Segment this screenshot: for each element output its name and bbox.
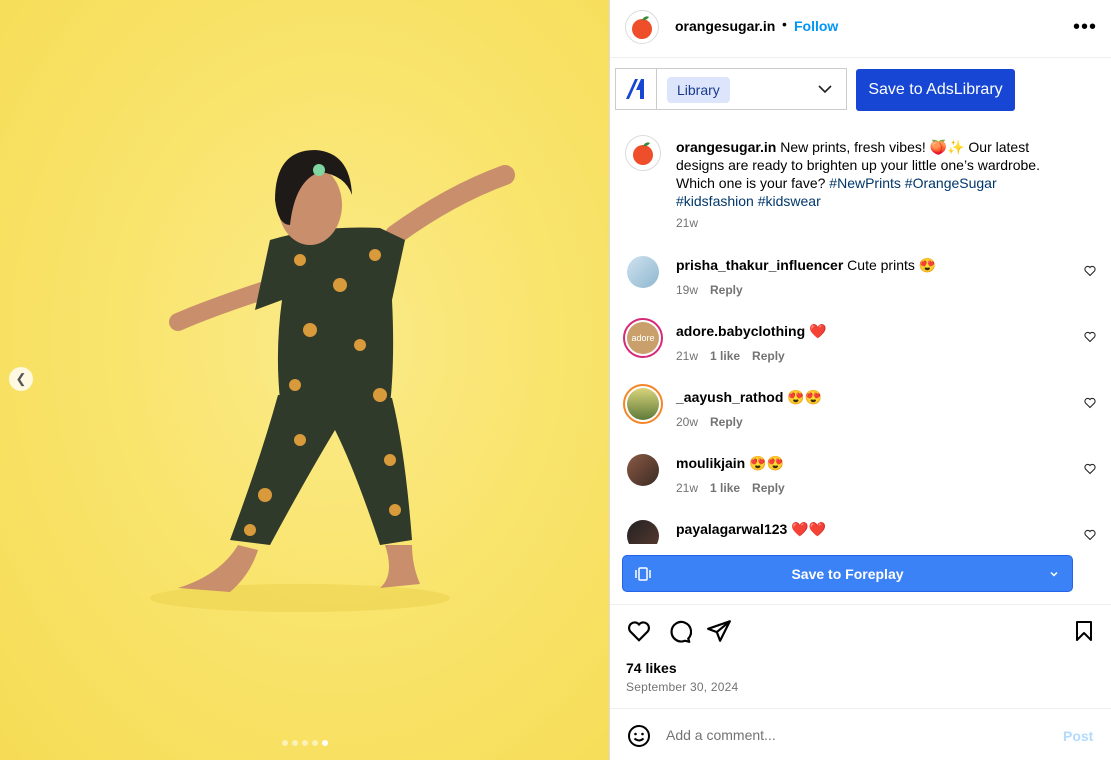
commenter-username[interactable]: prisha_thakur_influencer: [676, 257, 843, 273]
reply-button[interactable]: Reply: [752, 481, 785, 495]
carousel-prev-button[interactable]: ❮: [9, 367, 33, 391]
carousel-dot: [292, 740, 298, 746]
add-comment-bar: Add a comment... Post: [610, 708, 1111, 761]
save-to-foreplay-button[interactable]: Save to Foreplay: [622, 555, 1073, 592]
comments-list[interactable]: orangesugar.in New prints, fresh vibes! …: [610, 124, 1111, 544]
comment-input[interactable]: Add a comment...: [666, 727, 776, 743]
hashtag-link[interactable]: #OrangeSugar: [905, 175, 997, 191]
adslibrary-selector[interactable]: Library: [615, 68, 847, 110]
carousel-dot-active: [322, 740, 328, 746]
comment-body: 😍😍: [787, 389, 823, 405]
heart-icon[interactable]: [626, 618, 652, 644]
comment-body: ❤️❤️: [791, 521, 827, 537]
commenter-username[interactable]: payalagarwal123: [676, 521, 787, 537]
hashtag-link[interactable]: #kidswear: [758, 193, 821, 209]
caption-username[interactable]: orangesugar.in: [676, 139, 776, 155]
comment-age: 21w: [676, 349, 699, 363]
author-avatar[interactable]: [625, 135, 661, 171]
reply-button[interactable]: Reply: [752, 349, 785, 363]
carousel-dots: [282, 740, 328, 746]
caption-text: orangesugar.in New prints, fresh vibes! …: [676, 138, 1066, 210]
comment-body: Cute prints 😍: [847, 257, 937, 273]
hashtag-link[interactable]: #kidsfashion: [676, 193, 754, 209]
commenter-avatar[interactable]: [627, 454, 659, 486]
adore-logo: adore: [627, 322, 659, 354]
comment-text: payalagarwal123 ❤️❤️: [676, 520, 1076, 538]
post-details-panel: orangesugar.in • Follow ••• Library Save…: [610, 0, 1111, 760]
comment-meta: 21w 1 like Reply: [676, 349, 785, 363]
comment-likes[interactable]: 1 like: [710, 481, 740, 495]
commenter-avatar[interactable]: [623, 384, 663, 424]
author-username[interactable]: orangesugar.in: [675, 18, 775, 34]
comment-body: ❤️: [809, 323, 827, 339]
comment-text: prisha_thakur_influencer Cute prints 😍: [676, 256, 1076, 274]
orange-logo-icon: [633, 142, 653, 165]
emoji-icon[interactable]: [627, 724, 651, 748]
commenter-username[interactable]: moulikjain: [676, 455, 745, 471]
commenter-avatar[interactable]: adore: [623, 318, 663, 358]
like-comment-heart-icon[interactable]: [1084, 397, 1096, 409]
share-icon[interactable]: [706, 618, 732, 644]
post-actions-bar: [610, 604, 1111, 657]
comment-text: _aayush_rathod 😍😍: [676, 388, 1076, 406]
comment-meta: 21w 1 like Reply: [676, 481, 785, 495]
bookmark-icon[interactable]: [1072, 619, 1096, 643]
chevron-down-icon[interactable]: [816, 80, 834, 98]
caption-age: 21w: [676, 216, 699, 230]
post-comment-button[interactable]: Post: [1063, 728, 1093, 744]
comment-likes[interactable]: 1 like: [710, 349, 740, 363]
caption-meta: 21w: [676, 216, 698, 230]
comment-meta: 20w Reply: [676, 415, 743, 429]
like-comment-heart-icon[interactable]: [1084, 529, 1096, 541]
like-comment-heart-icon[interactable]: [1084, 265, 1096, 277]
comment-text: adore.babyclothing ❤️: [676, 322, 1076, 340]
adslibrary-logo-icon: [616, 69, 657, 109]
post-header: orangesugar.in • Follow •••: [610, 0, 1111, 58]
carousel-dot: [312, 740, 318, 746]
chevron-left-icon: ❮: [15, 371, 27, 386]
chevron-down-icon[interactable]: [1048, 568, 1060, 580]
reply-button[interactable]: Reply: [710, 415, 743, 429]
comment-meta: 19w Reply: [676, 283, 743, 297]
post-media[interactable]: ❮: [0, 0, 609, 760]
carousel-dot: [282, 740, 288, 746]
more-icon[interactable]: •••: [1073, 16, 1097, 39]
child-photo: [150, 150, 515, 612]
follow-button[interactable]: Follow: [794, 18, 838, 34]
like-comment-heart-icon[interactable]: [1084, 331, 1096, 343]
commenter-username[interactable]: adore.babyclothing: [676, 323, 805, 339]
hashtag-link[interactable]: #NewPrints: [829, 175, 901, 191]
like-comment-heart-icon[interactable]: [1084, 463, 1096, 475]
comment-age: 19w: [676, 283, 699, 297]
comment-icon[interactable]: [666, 618, 692, 644]
save-to-adslibrary-button[interactable]: Save to AdsLibrary: [856, 69, 1015, 111]
library-pill[interactable]: Library: [667, 77, 730, 103]
carousel-dot: [302, 740, 308, 746]
comment-text: moulikjain 😍😍: [676, 454, 1076, 472]
foreplay-label: Save to Foreplay: [791, 566, 904, 582]
separator: •: [782, 16, 787, 32]
post-date: September 30, 2024: [626, 680, 739, 694]
author-avatar[interactable]: [625, 10, 659, 44]
comment-body: 😍😍: [749, 455, 784, 471]
orange-logo-icon: [632, 16, 652, 39]
commenter-avatar[interactable]: [627, 256, 659, 288]
reply-button[interactable]: Reply: [710, 283, 743, 297]
comment-age: 20w: [676, 415, 699, 429]
comment-age: 21w: [676, 481, 699, 495]
commenter-username[interactable]: _aayush_rathod: [676, 389, 783, 405]
likes-count[interactable]: 74 likes: [626, 660, 677, 676]
commenter-avatar[interactable]: [627, 520, 659, 544]
